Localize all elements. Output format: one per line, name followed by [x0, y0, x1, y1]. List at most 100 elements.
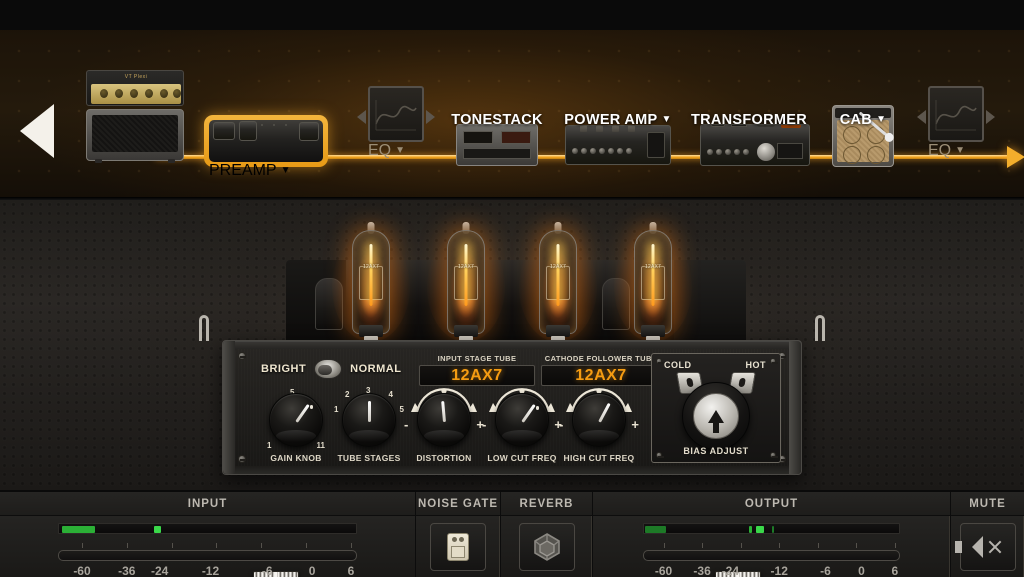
noise-gate-button[interactable]: [430, 523, 486, 571]
bottom-toolbar: INPUT -60 -36 -24 -12 -6 0 6 NOISE GATE …: [0, 490, 1024, 577]
power-amp-module-icon[interactable]: [565, 125, 671, 165]
bias-adjust-knob[interactable]: [682, 382, 750, 450]
chevron-down-icon[interactable]: ▼: [955, 145, 965, 156]
knob-indicator-dot: [535, 406, 539, 410]
up-arrow-icon: [708, 409, 724, 433]
vacuum-tube-2[interactable]: 12AX7: [427, 222, 505, 342]
input-scale-tick: -6: [261, 564, 273, 577]
tube-filament: [651, 244, 655, 306]
bias-cold-label: COLD: [664, 360, 692, 370]
gain-knob[interactable]: [269, 393, 323, 447]
amp-cabinet-icon: [86, 109, 184, 163]
chain-node-label: EQ ▼: [928, 142, 966, 159]
bright-normal-switch[interactable]: BRIGHT NORMAL: [261, 359, 401, 379]
input-scale-tick: -36: [118, 564, 136, 577]
tube-label: 12AX7: [644, 264, 661, 270]
output-scale: -60 -36 -24 -12 -6 0 6: [643, 564, 900, 577]
bias-screw: [656, 358, 664, 364]
input-stage-tube-display[interactable]: 12AX7: [419, 365, 535, 386]
eq-prev-arrow-icon[interactable]: [357, 110, 366, 124]
chevron-down-icon[interactable]: ▼: [876, 114, 886, 125]
eq-next-arrow-icon[interactable]: [426, 110, 435, 124]
signal-path-arrow-icon: [1007, 146, 1024, 168]
tonestack-module-icon[interactable]: [456, 124, 538, 166]
low-cut-freq-knob[interactable]: [495, 393, 549, 447]
knob-pointer: [367, 401, 371, 422]
chevron-down-icon[interactable]: ▼: [395, 145, 405, 156]
eq-next-arrow-icon[interactable]: [986, 110, 995, 124]
input-stage-tube-value: 12AX7: [451, 366, 503, 384]
preamp-control-panel: BRIGHT NORMAL INPUT STAGE TUBE 12AX7 CAT…: [199, 315, 825, 475]
bias-knob-cap: [693, 393, 739, 439]
eq-curve-graphic: [935, 100, 977, 131]
preamp-module-icon: [209, 120, 323, 162]
chevron-down-icon[interactable]: ▼: [281, 165, 291, 176]
chain-node-eq-1[interactable]: EQ ▼: [357, 86, 435, 160]
input-slider-track[interactable]: [58, 550, 357, 577]
capacitor-can-right: [602, 278, 630, 330]
signal-chain-bar: custom panel VT Plexi: [0, 0, 1024, 200]
toggle-switch[interactable]: [314, 359, 343, 379]
amp-head-logo: VT Plexi: [124, 74, 148, 80]
output-scale-tick: 0: [858, 564, 865, 577]
knob-indicator-dot: [309, 405, 313, 409]
transformer-module-icon[interactable]: [700, 124, 810, 166]
distortion-knob-control[interactable]: - + DISTORTION: [404, 388, 484, 463]
input-led-segment: [62, 526, 95, 533]
vacuum-tube-1[interactable]: 12AX7: [332, 222, 410, 342]
tube-stages-knob-control[interactable]: 1 2 3 4 5 TUBE STAGES: [333, 386, 405, 463]
knob-pointer: [440, 400, 446, 423]
knob-pointer: [294, 403, 310, 423]
switch-lever: [318, 365, 333, 375]
input-scale-tick: -24: [151, 564, 169, 577]
reverb-section: REVERB: [500, 492, 592, 577]
chain-node-label: POWER AMP ▼: [564, 112, 672, 128]
chain-node-eq-2[interactable]: EQ ▼: [917, 86, 995, 160]
chain-node-preamp[interactable]: PREAMP ▼: [204, 115, 328, 179]
input-tick-marks: [58, 543, 357, 549]
reverb-button[interactable]: [518, 523, 575, 571]
vacuum-tube-4[interactable]: 12AX7: [614, 222, 692, 342]
low-cut-freq-knob-control[interactable]: - + LOW CUT FREQ: [482, 388, 562, 463]
chain-node-label: EQ ▼: [368, 142, 406, 159]
distortion-knob[interactable]: [417, 393, 471, 447]
chain-node-label: TONESTACK: [451, 112, 543, 128]
cathode-follower-tube-display[interactable]: 12AX7: [541, 365, 661, 386]
bias-adjust-section[interactable]: COLD HOT BIAS ADJUST: [651, 353, 781, 463]
chevron-down-icon[interactable]: ▼: [662, 114, 672, 125]
input-led-meter: [58, 523, 357, 534]
tube-stages-knob[interactable]: [342, 393, 396, 447]
tube-filament: [369, 244, 373, 306]
cabinet-grill: [92, 115, 178, 152]
tube-label: 12AX7: [549, 264, 566, 270]
input-scale: -60 -36 -24 -12 -6 0 6: [58, 564, 357, 577]
tonestack-control-bar: [463, 148, 531, 159]
input-scale-tick: -60: [73, 564, 91, 577]
mute-button[interactable]: [955, 523, 1016, 571]
noise-gate-title: NOISE GATE: [416, 492, 500, 516]
bias-hot-label: HOT: [745, 360, 766, 370]
input-stage-tube-caption: INPUT STAGE TUBE: [437, 354, 517, 363]
panel-screw: [238, 352, 246, 360]
output-tick-marks: [643, 543, 900, 549]
input-scale-tick: 6: [347, 564, 355, 577]
panel-rail-right: [789, 341, 801, 474]
cathode-follower-tube-caption: CATHODE FOLLOWER TUBE: [544, 354, 658, 363]
vacuum-tube-3[interactable]: 12AX7: [519, 222, 597, 342]
gain-knob-control[interactable]: 5 1 11 GAIN KNOB: [260, 388, 332, 463]
chain-node-label: PREAMP ▼: [209, 162, 291, 179]
high-cut-freq-knob[interactable]: [572, 393, 626, 447]
back-arrow-button[interactable]: [20, 104, 54, 158]
input-led-segment: [154, 526, 162, 533]
high-cut-freq-knob-control[interactable]: - + HIGH CUT FREQ: [559, 388, 639, 463]
tube-filament: [556, 244, 560, 306]
high-cut-freq-knob-label: HIGH CUT FREQ: [563, 453, 635, 463]
input-scale-tick: 0: [308, 564, 316, 577]
tube-label: 12AX7: [362, 264, 379, 270]
output-scale-tick: -36: [693, 564, 711, 577]
noise-gate-section: NOISE GATE: [415, 492, 500, 577]
output-slider-track[interactable]: [642, 550, 901, 577]
speaker-mute-icon: [955, 536, 1003, 558]
eq-prev-arrow-icon[interactable]: [917, 110, 926, 124]
output-led-segment: [645, 526, 666, 533]
